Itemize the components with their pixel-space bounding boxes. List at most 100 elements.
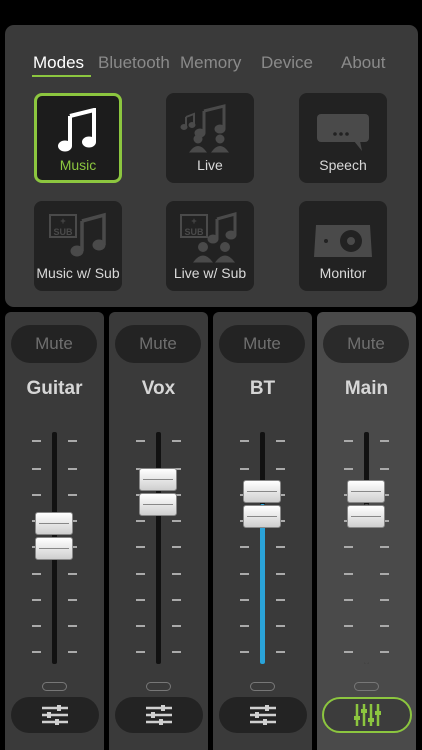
fader-tick-left bbox=[344, 440, 353, 442]
channel-strip-main: Mute Main bbox=[317, 312, 416, 750]
eq-settings-button[interactable] bbox=[219, 697, 307, 733]
mode-label: Music w/ Sub bbox=[36, 265, 120, 281]
fader-tick-left bbox=[32, 573, 41, 575]
tab-about[interactable]: About bbox=[341, 53, 385, 73]
fader-knob[interactable] bbox=[243, 479, 281, 528]
sub-text: SUB bbox=[184, 227, 204, 237]
fader-tick-left bbox=[32, 651, 41, 653]
channel-strip-bt: Mute BT bbox=[213, 312, 312, 750]
fader-knob[interactable] bbox=[35, 512, 73, 561]
fader[interactable] bbox=[109, 432, 208, 668]
fader-tick-left bbox=[240, 546, 249, 548]
signal-indicator bbox=[42, 682, 67, 691]
fader-tick-right bbox=[172, 625, 181, 627]
fader-tick-left bbox=[240, 651, 249, 653]
fader-tick-left bbox=[136, 546, 145, 548]
fader-tick-left bbox=[32, 599, 41, 601]
fader-tick-left bbox=[32, 625, 41, 627]
mute-button[interactable]: Mute bbox=[11, 325, 97, 363]
mode-label: Music bbox=[59, 157, 97, 173]
mode-label: Speech bbox=[319, 157, 367, 173]
tab-modes[interactable]: Modes bbox=[33, 53, 84, 73]
fader-tick-right bbox=[276, 625, 285, 627]
tab-memory[interactable]: Memory bbox=[180, 53, 241, 73]
fader-tick-left bbox=[136, 573, 145, 575]
mute-button[interactable]: Mute bbox=[219, 325, 305, 363]
signal-indicator bbox=[250, 682, 275, 691]
fader[interactable] bbox=[317, 432, 416, 668]
fader-knob[interactable] bbox=[347, 479, 385, 528]
fader-tick-left bbox=[344, 625, 353, 627]
fader-tick-left bbox=[344, 573, 353, 575]
fader-track bbox=[364, 432, 369, 664]
fader-tick-right bbox=[68, 599, 77, 601]
mode-label: Live w/ Sub bbox=[173, 265, 247, 281]
fader-tick-right bbox=[172, 573, 181, 575]
tab-device[interactable]: Device bbox=[261, 53, 313, 73]
fader-track bbox=[156, 432, 161, 664]
fader-tick-left bbox=[240, 625, 249, 627]
mute-button[interactable]: Mute bbox=[115, 325, 201, 363]
eq-settings-button[interactable] bbox=[322, 697, 412, 733]
fader-tick-left bbox=[32, 494, 41, 496]
horizontal-sliders-icon bbox=[146, 705, 172, 725]
mode-monitor-button[interactable]: Monitor bbox=[299, 201, 387, 291]
fader-knob-top bbox=[35, 512, 73, 536]
channel-strip-vox: Mute Vox bbox=[109, 312, 208, 750]
fader-tick-right bbox=[68, 440, 77, 442]
fader-tick-right bbox=[276, 573, 285, 575]
fader-knob-bottom bbox=[139, 493, 177, 517]
fader-tick-right bbox=[276, 599, 285, 601]
fader-tick-right bbox=[380, 625, 389, 627]
signal-indicator bbox=[354, 682, 379, 691]
speech-bubble-icon bbox=[317, 114, 369, 151]
channel-name: BT bbox=[249, 378, 276, 399]
mode-live-button[interactable]: Live bbox=[166, 93, 254, 183]
fader-tick-right bbox=[380, 651, 389, 653]
signal-indicator bbox=[146, 682, 171, 691]
mode-label: Live bbox=[197, 157, 223, 173]
fader-tick-left bbox=[32, 440, 41, 442]
horizontal-sliders-icon bbox=[250, 705, 276, 725]
tab-bar: Modes Bluetooth Memory Device About bbox=[5, 53, 418, 83]
fader-knob[interactable] bbox=[139, 468, 177, 517]
fader-tick-right bbox=[276, 468, 285, 470]
fader-tick-right bbox=[380, 468, 389, 470]
fader[interactable] bbox=[5, 432, 104, 668]
fader-tick-right bbox=[380, 440, 389, 442]
fader-tick-right bbox=[172, 546, 181, 548]
fader-tick-left bbox=[344, 546, 353, 548]
modes-panel: Modes Bluetooth Memory Device About Musi… bbox=[5, 25, 418, 307]
fader[interactable] bbox=[213, 432, 312, 668]
eq-settings-button[interactable] bbox=[11, 697, 99, 733]
vertical-sliders-icon bbox=[354, 704, 381, 726]
mode-live-sub-button[interactable]: + SUB Live w/ Sub bbox=[166, 201, 254, 291]
channel-name: Guitar bbox=[26, 378, 83, 399]
channel-name: Vox bbox=[141, 378, 176, 399]
fader-tick-left bbox=[344, 599, 353, 601]
fader-track bbox=[260, 432, 265, 664]
fader-tick-left bbox=[344, 651, 353, 653]
mode-speech-button[interactable]: Speech bbox=[299, 93, 387, 183]
mute-button[interactable]: Mute bbox=[323, 325, 409, 363]
fader-tick-right bbox=[276, 651, 285, 653]
mode-music-button[interactable]: Music bbox=[34, 93, 122, 183]
fader-knob-top bbox=[347, 479, 385, 503]
fader-tick-right bbox=[172, 599, 181, 601]
plus-text: + bbox=[191, 216, 196, 226]
mode-label: Monitor bbox=[319, 265, 367, 281]
fader-tick-right bbox=[276, 440, 285, 442]
mode-music-sub-button[interactable]: + SUB Music w/ Sub bbox=[34, 201, 122, 291]
fader-tick-left bbox=[32, 468, 41, 470]
monitor-speaker-icon bbox=[314, 225, 372, 257]
fader-tick-right bbox=[172, 520, 181, 522]
music-sub-icon: + SUB bbox=[49, 212, 106, 257]
sub-text: SUB bbox=[53, 227, 73, 237]
fader-knob-bottom bbox=[35, 537, 73, 561]
eq-settings-button[interactable] bbox=[115, 697, 203, 733]
horizontal-sliders-icon bbox=[42, 705, 68, 725]
live-band-icon bbox=[180, 104, 229, 153]
fader-tick-left bbox=[240, 599, 249, 601]
tab-bluetooth[interactable]: Bluetooth bbox=[98, 53, 170, 73]
fader-level-fill bbox=[260, 503, 265, 664]
